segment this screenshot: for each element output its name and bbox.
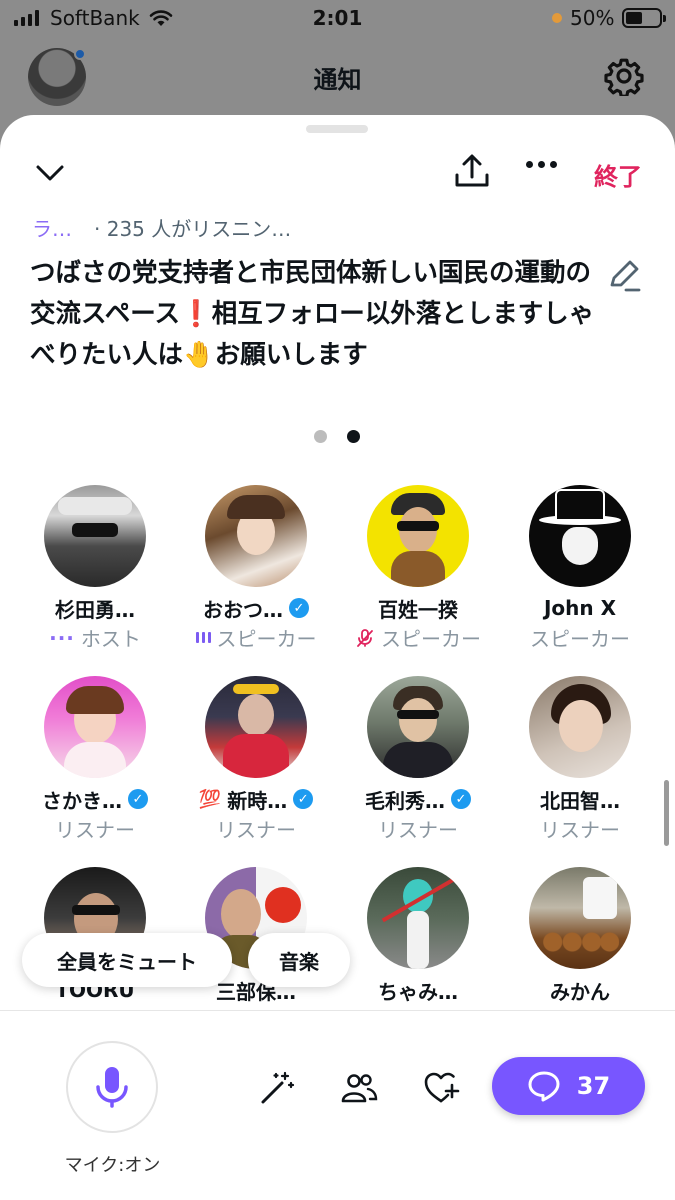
participant-name: 毛利秀… ✓	[337, 786, 499, 813]
end-space-button[interactable]: 終了	[594, 157, 642, 192]
space-topic-tag[interactable]: ラ…	[32, 213, 72, 242]
participant[interactable]: みかん リスナー	[499, 867, 661, 1034]
page-dot-1[interactable]	[314, 430, 327, 443]
participant-name: さかき… ✓	[14, 786, 176, 813]
unread-dot	[74, 48, 86, 60]
sheet-grabber[interactable]	[306, 125, 368, 133]
participant-role: リスナー	[378, 818, 458, 842]
avatar	[367, 867, 469, 969]
magic-wand-icon[interactable]	[258, 1069, 296, 1107]
avatar	[205, 485, 307, 587]
participant-role: スピーカー	[337, 623, 499, 652]
participant-name: おおつ… ✓	[175, 595, 337, 622]
hundred-points-icon: 💯	[198, 788, 222, 810]
page-dot-2[interactable]	[347, 430, 360, 443]
avatar	[44, 485, 146, 587]
avatar	[44, 676, 146, 778]
people-icon[interactable]	[340, 1069, 378, 1107]
mic-muted-icon	[357, 628, 373, 647]
space-title: つばさの党支持者と市民団体新しい国民の運動の交流スペース❗️相互フォロー以外落と…	[30, 258, 595, 370]
participant-role: ··· ホスト	[49, 625, 141, 652]
avatar	[529, 676, 631, 778]
listener-count: · 235 人がリスニン…	[94, 217, 292, 241]
edit-pencil-icon[interactable]	[604, 255, 644, 295]
bottom-controls: マイク:オン 37	[0, 1010, 675, 1200]
participant-name: 百姓一揆	[378, 597, 458, 622]
battery-icon	[622, 8, 666, 28]
participant[interactable]: 北田智… リスナー	[499, 676, 661, 843]
participant[interactable]: John X スピーカー	[499, 485, 661, 652]
scrollbar[interactable]	[664, 780, 669, 846]
music-button[interactable]: 音楽	[248, 933, 350, 987]
page-title: 通知	[313, 66, 362, 94]
participant-role: リスナー	[540, 818, 620, 842]
participant[interactable]: 百姓一揆 スピーカー	[337, 485, 499, 652]
gear-icon[interactable]	[604, 56, 644, 96]
verified-badge-icon: ✓	[293, 789, 314, 809]
participant-role: スピーカー	[530, 627, 630, 651]
participant-role: リスナー	[55, 818, 135, 842]
verified-badge-icon: ✓	[128, 789, 148, 809]
chat-bubble-icon	[528, 1071, 560, 1102]
more-options-icon[interactable]	[526, 161, 557, 168]
participant-role: スピーカー	[175, 623, 337, 652]
participant-name: 北田智…	[540, 788, 620, 813]
share-icon[interactable]	[452, 151, 492, 191]
participant-role: リスナー	[216, 818, 296, 842]
participant-name: John X	[543, 596, 617, 620]
participant-name: 💯 新時… ✓	[175, 786, 337, 813]
avatar	[367, 676, 469, 778]
microphone-icon	[96, 1067, 128, 1108]
comments-button[interactable]: 37	[492, 1057, 645, 1115]
chevron-down-icon[interactable]	[32, 155, 68, 191]
participant[interactable]: さかき… ✓ リスナー	[14, 676, 176, 843]
participant[interactable]: 💯 新時… ✓ リスナー	[175, 676, 337, 843]
status-bar: SoftBank 2:01 50%	[0, 0, 675, 40]
speaking-bars-icon	[195, 632, 211, 643]
participant[interactable]: ちゃみ… リスナー	[337, 867, 499, 1034]
participant[interactable]: 毛利秀… ✓ リスナー	[337, 676, 499, 843]
page-indicator	[314, 430, 360, 443]
avatar	[529, 867, 631, 969]
comment-count: 37	[576, 1072, 611, 1100]
mic-toggle-button[interactable]	[66, 1041, 158, 1133]
space-sheet: 終了 ラ… · 235 人がリスニン… つばさの党支持者と市民団体新しい国民の運…	[0, 115, 675, 1200]
avatar	[529, 485, 631, 587]
notifications-header: 通知	[0, 40, 675, 115]
mic-status-label: マイク:オン	[64, 1155, 161, 1176]
participant-name: ちゃみ…	[378, 979, 458, 1004]
avatar	[367, 485, 469, 587]
dots-icon: ···	[49, 625, 75, 650]
heart-plus-icon[interactable]	[422, 1069, 460, 1107]
participant[interactable]: 杉田勇… ··· ホスト	[14, 485, 176, 652]
battery-percentage: 50%	[570, 6, 615, 30]
space-meta: ラ… · 235 人がリスニン…	[32, 213, 291, 242]
participant[interactable]: おおつ… ✓ スピーカー	[175, 485, 337, 652]
verified-badge-icon: ✓	[451, 789, 471, 809]
low-power-dot	[552, 13, 562, 23]
participant-name: 杉田勇…	[55, 597, 135, 622]
participant-name: みかん	[550, 979, 610, 1004]
verified-badge-icon: ✓	[289, 598, 309, 618]
avatar	[205, 676, 307, 778]
mute-all-button[interactable]: 全員をミュート	[22, 933, 232, 987]
